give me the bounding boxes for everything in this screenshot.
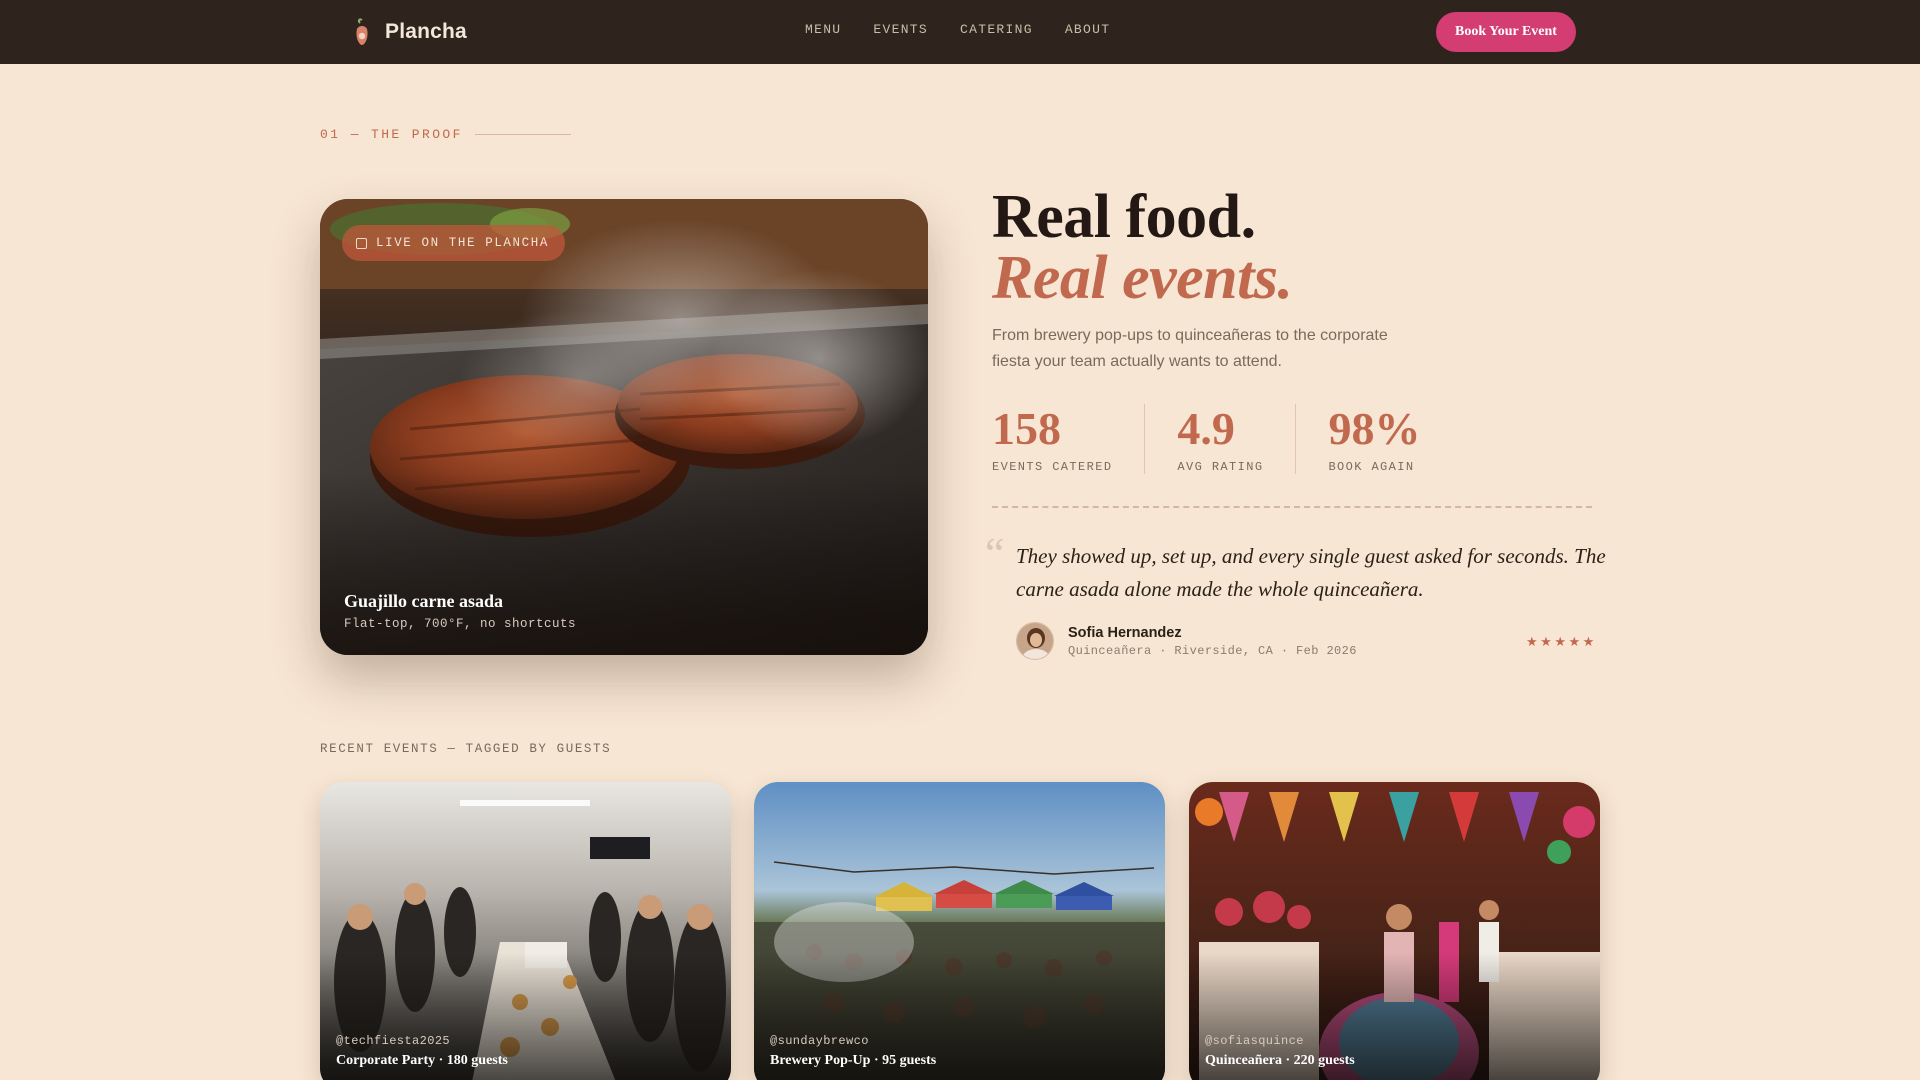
event-caption: @sofiasquince Quinceañera · 220 guests: [1205, 1034, 1355, 1069]
event-caption: @sundaybrewco Brewery Pop-Up · 95 guests: [770, 1034, 936, 1069]
quote-mark-icon: “: [985, 529, 1005, 578]
star-icon: ★: [1582, 634, 1597, 649]
section-eyebrow-text: 01 — THE PROOF: [320, 127, 463, 142]
stat-label: BOOK AGAIN: [1328, 460, 1415, 474]
stat-label: AVG RATING: [1177, 460, 1264, 474]
section-eyebrow: 01 — THE PROOF: [320, 127, 571, 142]
event-card-brewery[interactable]: @sundaybrewco Brewery Pop-Up · 95 guests: [754, 782, 1165, 1080]
author-name: Sofia Hernandez: [1068, 624, 1182, 641]
nav-link-menu[interactable]: MENU: [805, 22, 841, 37]
chili-pepper-icon: [356, 18, 368, 45]
dashed-divider: [992, 506, 1592, 508]
event-title: Brewery Pop-Up · 95 guests: [770, 1053, 937, 1068]
event-caption: @techfiesta2025 Corporate Party · 180 gu…: [336, 1034, 508, 1069]
nav-link-events[interactable]: EVENTS: [873, 22, 928, 37]
hero-card-caption: Guajillo carne asada Flat-top, 700°F, no…: [344, 591, 576, 631]
rating-stars: ★★★★★: [1526, 634, 1597, 650]
author-info: Sofia Hernandez Quinceañera · Riverside,…: [1068, 625, 1357, 658]
eyebrow-divider: [474, 134, 571, 135]
book-event-button[interactable]: Book Your Event: [1436, 12, 1576, 52]
hero-subcopy: From brewery pop-ups to quinceañeras to …: [992, 327, 1388, 370]
brand-name: Plancha: [385, 20, 467, 43]
live-badge-text: LIVE ON THE PLANCHA: [376, 236, 549, 250]
stat-book-again: 98% BOOK AGAIN: [1328, 403, 1452, 475]
stat-value: 4.9: [1177, 403, 1235, 454]
testimonial-quote: They showed up, set up, and every single…: [1016, 544, 1606, 601]
event-card-corporate[interactable]: @techfiesta2025 Corporate Party · 180 gu…: [320, 782, 731, 1080]
event-title: Corporate Party · 180 guests: [336, 1053, 508, 1068]
hero-card-title: Guajillo carne asada: [344, 591, 504, 611]
event-handle: @techfiesta2025: [336, 1034, 451, 1048]
hero-food-card[interactable]: LIVE ON THE PLANCHA Guajillo carne asada…: [320, 199, 928, 655]
event-card-quinceanera[interactable]: @sofiasquince Quinceañera · 220 guests: [1189, 782, 1600, 1080]
stats-row: 158 EVENTS CATERED 4.9 AVG RATING 98% BO…: [992, 404, 1484, 474]
author-meta: Quinceañera · Riverside, CA · Feb 2026: [1068, 643, 1357, 658]
star-icon: ★: [1554, 634, 1569, 649]
brand-logo[interactable]: Plancha: [351, 14, 467, 50]
star-icon: ★: [1540, 634, 1555, 649]
stat-avg-rating: 4.9 AVG RATING: [1177, 403, 1297, 474]
testimonial-author: Sofia Hernandez Quinceañera · Riverside,…: [1016, 622, 1357, 660]
carne-asada-photo: [320, 199, 928, 655]
stat-value: 158: [992, 403, 1061, 454]
star-icon: ★: [1568, 634, 1583, 649]
headline-line-1: Real food.: [992, 183, 1256, 251]
page-headline: Real food. Real events.: [992, 183, 1293, 312]
hero-card-subtitle: Flat-top, 700°F, no shortcuts: [344, 617, 577, 631]
main-nav: MENU EVENTS CATERING ABOUT: [805, 22, 1110, 37]
nav-link-catering[interactable]: CATERING: [960, 22, 1033, 37]
stat-label: EVENTS CATERED: [992, 460, 1113, 474]
live-indicator-icon: [356, 237, 367, 249]
event-title: Quinceañera · 220 guests: [1205, 1053, 1355, 1068]
top-navbar: Plancha MENU EVENTS CATERING ABOUT Book …: [0, 0, 1920, 64]
star-icon: ★: [1526, 634, 1541, 649]
headline-line-2: Real events.: [992, 244, 1293, 312]
avatar: [1016, 622, 1054, 660]
nav-link-about[interactable]: ABOUT: [1065, 22, 1111, 37]
live-badge: LIVE ON THE PLANCHA: [342, 225, 565, 261]
event-handle: @sundaybrewco: [770, 1034, 869, 1048]
stat-events-catered: 158 EVENTS CATERED: [992, 403, 1146, 474]
event-handle: @sofiasquince: [1205, 1034, 1304, 1048]
stat-value: 98%: [1328, 403, 1421, 454]
recent-events-label: RECENT EVENTS — TAGGED BY GUESTS: [320, 742, 612, 756]
